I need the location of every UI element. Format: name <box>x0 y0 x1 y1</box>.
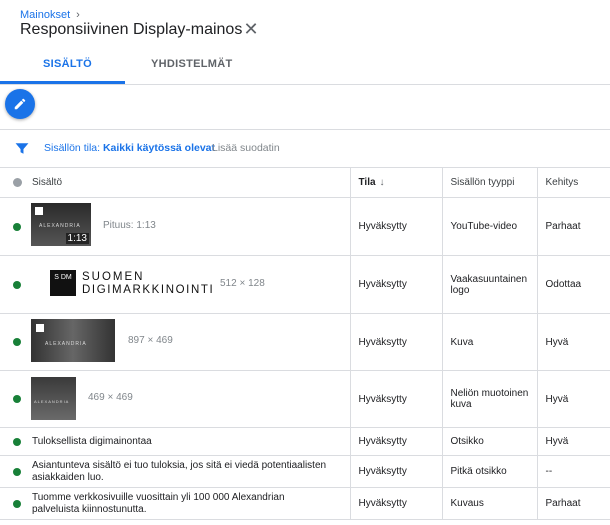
table-row[interactable]: S DM SUOMEN DIGIMARKKINOINTI 512 × 128 H… <box>0 255 610 314</box>
breadcrumb-separator: › <box>76 9 80 21</box>
assets-table: Sisältö Tila ↓ Sisällön tyyppi Kehitys AL… <box>0 167 610 520</box>
status-cell: Hyväksytty <box>349 255 442 314</box>
table-row[interactable]: ALEXANDRIA 1:13 Pituus: 1:13 Hyväksytty … <box>0 197 610 256</box>
column-header-content[interactable]: Sisältö <box>0 167 350 198</box>
performance-cell: Hyvä <box>536 427 610 456</box>
table-row[interactable]: Tuloksellista digimainontaa Hyväksytty O… <box>0 427 610 456</box>
status-dot-icon <box>13 395 21 403</box>
content-cell: Tuomme verkkosivuille vuosittain yli 100… <box>0 487 350 520</box>
close-icon[interactable]: ✕ <box>242 20 260 38</box>
tab-sisalto[interactable]: SISÄLTÖ <box>43 58 92 70</box>
status-cell: Hyväksytty <box>349 313 442 371</box>
status-cell: Hyväksytty <box>349 455 442 488</box>
page-header: Mainokset › Responsiivinen Display-mainos… <box>0 0 610 85</box>
type-cell: Kuvaus <box>441 487 537 520</box>
type-cell: Neliön muotoinen kuva <box>441 370 537 428</box>
performance-cell: -- <box>536 455 610 488</box>
filter-value: Kaikki käytössä olevat <box>102 142 216 154</box>
type-cell: Pitkä otsikko <box>441 455 537 488</box>
tab-yhdistelmat[interactable]: YHDISTELMÄT <box>151 58 233 70</box>
active-filter-chip[interactable]: Sisällön tila: Kaikki käytössä olevat <box>44 142 215 154</box>
breadcrumb[interactable]: Mainokset › <box>20 9 80 21</box>
performance-cell: Parhaat <box>536 487 610 520</box>
video-thumbnail[interactable]: ALEXANDRIA 1:13 <box>31 203 91 246</box>
status-cell: Hyväksytty <box>349 370 442 428</box>
content-cell: Tuloksellista digimainontaa <box>0 427 350 456</box>
performance-cell: Hyvä <box>536 313 610 371</box>
status-dot-icon <box>13 338 21 346</box>
status-dot-icon <box>13 223 21 231</box>
status-cell: Hyväksytty <box>349 427 442 456</box>
table-row[interactable]: Tuomme verkkosivuille vuosittain yli 100… <box>0 487 610 520</box>
performance-cell: Parhaat <box>536 197 610 256</box>
headline-text: Tuloksellista digimainontaa <box>32 436 152 447</box>
image-thumbnail[interactable]: ALEXANDRIA <box>31 319 115 362</box>
pencil-icon <box>14 98 26 110</box>
asset-meta: 512 × 128 <box>220 278 265 289</box>
type-cell: Vaakasuuntainen logo <box>441 255 537 314</box>
performance-cell: Odottaa <box>536 255 610 314</box>
table-header-row: Sisältö Tila ↓ Sisällön tyyppi Kehitys <box>0 167 610 198</box>
description-text: Tuomme verkkosivuille vuosittain yli 100… <box>32 492 285 515</box>
asset-meta: 469 × 469 <box>88 392 133 403</box>
status-dot-icon <box>13 281 21 289</box>
table-row[interactable]: ALEXANDRIA 469 × 469 Hyväksytty Neliön m… <box>0 370 610 428</box>
add-filter-link[interactable]: Lisää suodatin <box>212 142 280 154</box>
active-tab-indicator <box>0 81 125 84</box>
table-row[interactable]: ALEXANDRIA 897 × 469 Hyväksytty Kuva Hyv… <box>0 313 610 371</box>
status-dot-icon <box>13 438 21 446</box>
type-cell: Otsikko <box>441 427 537 456</box>
status-cell: Hyväksytty <box>349 487 442 520</box>
content-cell: S DM SUOMEN DIGIMARKKINOINTI 512 × 128 <box>0 255 350 314</box>
logo-mark <box>36 324 44 332</box>
status-dot-icon <box>13 500 21 508</box>
content-cell: ALEXANDRIA 469 × 469 <box>0 370 350 428</box>
column-header-status[interactable]: Tila ↓ <box>349 167 442 198</box>
type-cell: YouTube-video <box>441 197 537 256</box>
filter-label: Sisällön tila: <box>44 142 101 154</box>
sort-arrow-icon: ↓ <box>379 176 385 188</box>
square-image-thumbnail[interactable]: ALEXANDRIA <box>31 377 76 420</box>
type-cell: Kuva <box>441 313 537 371</box>
performance-cell: Hyvä <box>536 370 610 428</box>
asset-meta: Pituus: 1:13 <box>103 220 156 231</box>
logo-image[interactable]: S DM SUOMEN DIGIMARKKINOINTI <box>50 270 213 300</box>
status-dot-icon <box>13 468 21 476</box>
table-row[interactable]: Asiantunteva sisältö ei tuo tuloksia, jo… <box>0 455 610 488</box>
content-cell: ALEXANDRIA 1:13 Pituus: 1:13 <box>0 197 350 256</box>
filter-funnel-icon[interactable] <box>15 142 29 155</box>
status-cell: Hyväksytty <box>349 197 442 256</box>
asset-meta: 897 × 469 <box>128 335 173 346</box>
filter-bar: Sisällön tila: Kaikki käytössä olevat Li… <box>0 129 610 168</box>
long-headline-text: Asiantunteva sisältö ei tuo tuloksia, jo… <box>32 460 327 483</box>
logo-mark: S DM <box>50 270 76 296</box>
edit-button[interactable] <box>5 89 35 119</box>
content-cell: Asiantunteva sisältö ei tuo tuloksia, jo… <box>0 455 350 488</box>
column-header-performance[interactable]: Kehitys <box>536 167 610 198</box>
video-duration: 1:13 <box>65 233 89 244</box>
status-dot-icon <box>13 178 22 187</box>
column-header-type[interactable]: Sisällön tyyppi <box>441 167 537 198</box>
content-cell: ALEXANDRIA 897 × 469 <box>0 313 350 371</box>
logo-mark <box>35 207 43 215</box>
breadcrumb-link[interactable]: Mainokset <box>20 9 70 21</box>
page-title: Responsiivinen Display-mainos <box>20 21 243 38</box>
